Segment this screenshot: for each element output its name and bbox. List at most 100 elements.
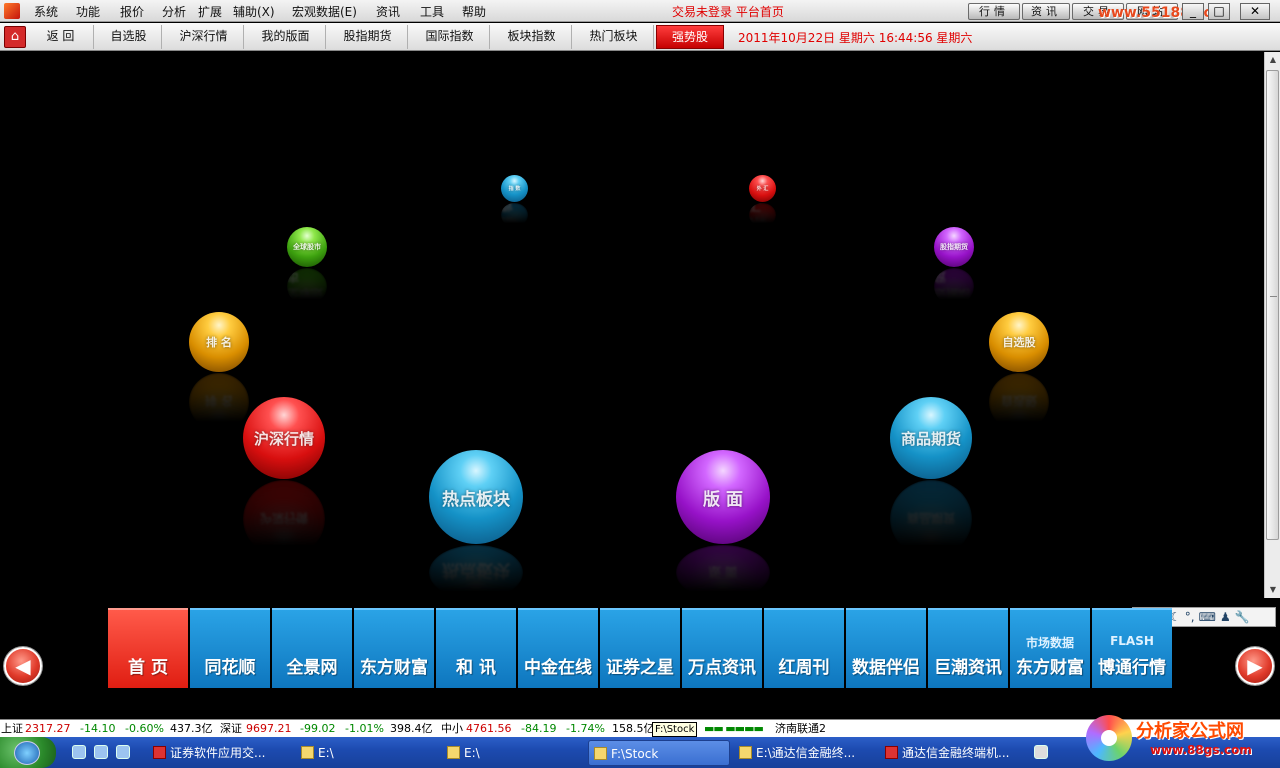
close-icon[interactable]: ✕: [1240, 3, 1270, 20]
volume-bars-icon: ▬▬ ▬▬▬▬: [704, 722, 764, 735]
news-button[interactable]: 资讯: [1022, 3, 1070, 20]
nav-cnfol[interactable]: 中金在线: [518, 608, 598, 688]
sh-value: 2317.27: [25, 722, 71, 735]
ball-ranking-reflection: 排 名: [189, 373, 249, 431]
task-tdx-folder[interactable]: E:\通达信金融终...: [734, 740, 874, 766]
sz-pct: -1.01%: [345, 722, 384, 735]
ball-commodity-futures[interactable]: 商品期货: [890, 397, 972, 479]
sh-name: 上证: [1, 722, 23, 735]
ball-hs-market[interactable]: 沪深行情: [243, 397, 325, 479]
tab-watchlist[interactable]: 自选股: [96, 25, 162, 49]
ball-layout-reflection: 版 面: [676, 545, 770, 600]
ball-forex-reflection: 外 汇: [749, 199, 776, 230]
task-f-stock[interactable]: F:\Stock: [588, 740, 730, 766]
task-securities-app[interactable]: 证券软件应用交...: [148, 740, 288, 766]
nav-data-partner[interactable]: 数据伴侣: [846, 608, 926, 688]
zx-change: -84.19: [521, 722, 557, 735]
app-icon: [153, 746, 166, 759]
nav-tonghuashun[interactable]: 同花顺: [190, 608, 270, 688]
user-icon[interactable]: ♟: [1220, 610, 1231, 624]
minimize-icon[interactable]: _: [1182, 3, 1204, 20]
nav-eastmoney-data[interactable]: 市场数据 东方财富: [1010, 608, 1090, 688]
nav-wandian[interactable]: 万点资讯: [682, 608, 762, 688]
nav-quanjing[interactable]: 全景网: [272, 608, 352, 688]
login-status[interactable]: 交易未登录 平台首页: [672, 3, 784, 20]
ball-global-markets-reflection: 全球股市: [287, 268, 327, 305]
menu-quote[interactable]: 报价: [120, 3, 144, 20]
tab-back[interactable]: 返 回: [28, 25, 94, 49]
wrench-icon[interactable]: 🔧: [1235, 610, 1250, 624]
ball-hot-sectors[interactable]: 热点板块: [429, 450, 523, 544]
ball-watchlist[interactable]: 自选股: [989, 312, 1049, 372]
nav-cninfo[interactable]: 巨潮资讯: [928, 608, 1008, 688]
nav-stockstar[interactable]: 证券之星: [600, 608, 680, 688]
zx-value: 4761.56: [466, 722, 512, 735]
tab-my-layout[interactable]: 我的版面: [246, 25, 326, 49]
scroll-up-icon[interactable]: ▲: [1266, 53, 1280, 67]
tab-hot-sectors[interactable]: 热门板块: [574, 25, 654, 49]
quote-button[interactable]: 行情: [968, 3, 1020, 20]
ball-index-futures-reflection: 股指期货: [934, 268, 974, 305]
nav-botong[interactable]: FLASH 博通行情: [1092, 608, 1172, 688]
ie-icon[interactable]: [94, 745, 108, 759]
task-e-drive-2[interactable]: E:\: [442, 740, 582, 766]
vertical-scrollbar[interactable]: ▲ ▼: [1264, 52, 1280, 598]
menu-system[interactable]: 系统: [34, 3, 58, 20]
ball-hs-market-reflection: 沪深行情: [243, 480, 325, 558]
tdx-icon: [885, 746, 898, 759]
punct-icon[interactable]: °,: [1185, 610, 1195, 624]
tab-strong-stocks[interactable]: 强势股: [656, 25, 724, 49]
menu-analysis[interactable]: 分析: [162, 3, 186, 20]
ball-commodity-futures-reflection: 商品期货: [890, 480, 972, 558]
ball-layout[interactable]: 版 面: [676, 450, 770, 544]
ball-index-futures[interactable]: 股指期货: [934, 227, 974, 267]
menu-extend[interactable]: 扩展: [198, 3, 222, 20]
keyboard-tray-icon[interactable]: [1034, 745, 1048, 759]
task-tdx-terminal[interactable]: 通达信金融终端机...: [880, 740, 1020, 766]
folder-icon: [447, 746, 460, 759]
menu-tools[interactable]: 工具: [420, 3, 444, 20]
folder-icon: [301, 746, 314, 759]
path-tooltip: F:\Stock: [652, 722, 698, 737]
logo-url: www.88gs.com: [1150, 743, 1252, 757]
next-arrow-icon[interactable]: ▶: [1236, 647, 1274, 685]
tab-sector-index[interactable]: 板块指数: [492, 25, 572, 49]
media-icon[interactable]: [116, 745, 130, 759]
server-name[interactable]: 济南联通2: [775, 720, 826, 737]
menu-news[interactable]: 资讯: [376, 3, 400, 20]
sz-amount: 398.4亿: [390, 722, 433, 735]
scroll-down-icon[interactable]: ▼: [1266, 583, 1280, 597]
show-desktop-icon[interactable]: [72, 745, 86, 759]
prev-arrow-icon[interactable]: ◀: [4, 647, 42, 685]
ball-hot-sectors-reflection: 热点板块: [429, 545, 523, 600]
scroll-thumb[interactable]: [1266, 70, 1279, 540]
flower-logo-icon: [1086, 715, 1132, 761]
maximize-icon[interactable]: □: [1208, 3, 1230, 20]
ball-global-markets[interactable]: 全球股市: [287, 227, 327, 267]
home-icon[interactable]: ⌂: [4, 26, 26, 48]
folder-icon: [739, 746, 752, 759]
tab-hs-market[interactable]: 沪深行情: [164, 25, 244, 49]
keyboard-icon[interactable]: ⌨: [1199, 610, 1216, 624]
app-icon: [4, 3, 20, 19]
tab-index-futures[interactable]: 股指期货: [328, 25, 408, 49]
menu-macro-data[interactable]: 宏观数据(E): [292, 3, 357, 20]
tab-intl-index[interactable]: 国际指数: [410, 25, 490, 49]
menu-assist[interactable]: 辅助(X): [233, 3, 275, 20]
nav-hexun[interactable]: 和 讯: [436, 608, 516, 688]
menu-help[interactable]: 帮助: [462, 3, 486, 20]
nav-eastmoney[interactable]: 东方财富: [354, 608, 434, 688]
ball-index[interactable]: 指 数: [501, 175, 528, 202]
ball-forex[interactable]: 外 汇: [749, 175, 776, 202]
windows-orb-icon[interactable]: [14, 741, 40, 765]
sh-amount: 437.3亿: [170, 722, 213, 735]
ball-ranking[interactable]: 排 名: [189, 312, 249, 372]
sz-change: -99.02: [300, 722, 336, 735]
datetime: 2011年10月22日 星期六 16:44:56 星期六: [738, 31, 973, 45]
zx-name: 中小: [441, 722, 463, 735]
nav-hongzhoukan[interactable]: 红周刊: [764, 608, 844, 688]
sh-pct: -0.60%: [125, 722, 164, 735]
task-e-drive-1[interactable]: E:\: [296, 740, 436, 766]
menu-function[interactable]: 功能: [76, 3, 100, 20]
nav-home[interactable]: 首 页: [108, 608, 188, 688]
